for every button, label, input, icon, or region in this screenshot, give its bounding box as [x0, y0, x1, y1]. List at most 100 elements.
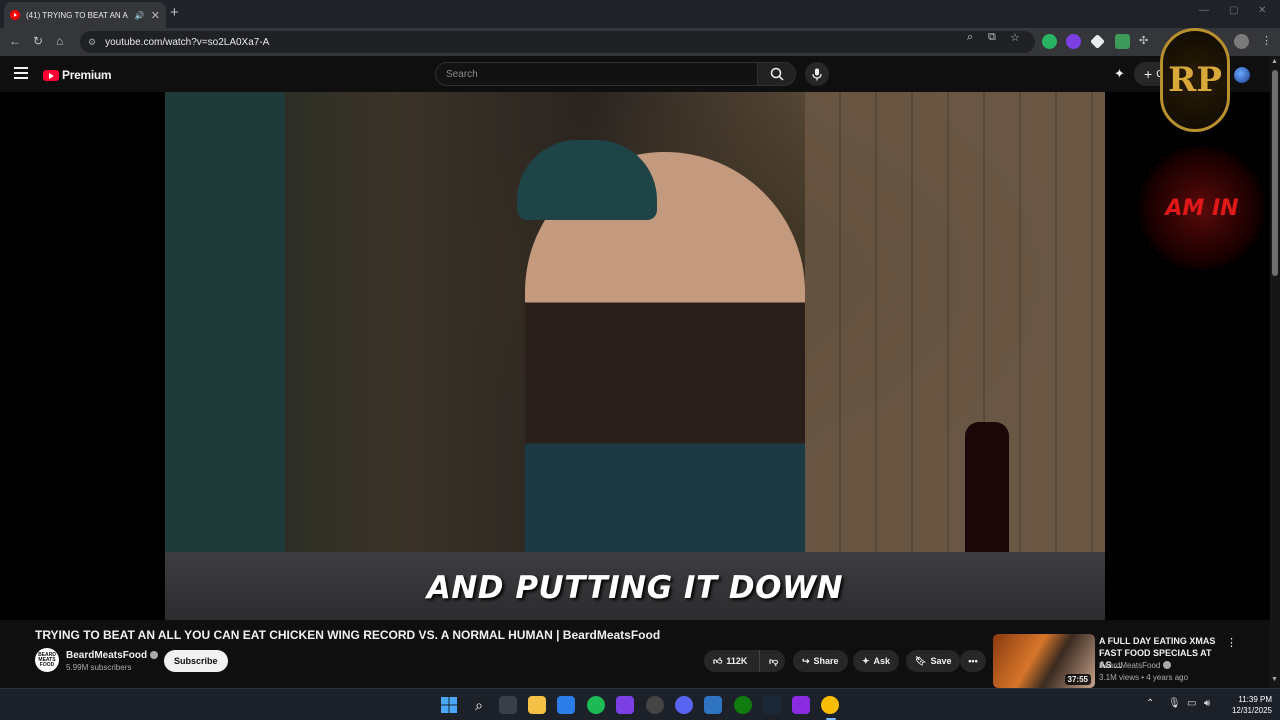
- like-count: 112K: [726, 656, 748, 666]
- channel-name-text[interactable]: BeardMeatsFood: [66, 650, 147, 661]
- sparkle-icon: ✦: [862, 655, 870, 666]
- dislike-button[interactable]: 👎︎: [759, 650, 785, 672]
- tab-audio-icon[interactable]: 🔊: [135, 11, 145, 20]
- search-icon: [770, 67, 784, 81]
- chrome-icon[interactable]: [821, 696, 839, 714]
- video-bearded-man: [525, 152, 805, 620]
- volume-icon[interactable]: 🔊︎: [1204, 698, 1210, 709]
- extension-badge-icon[interactable]: [1115, 34, 1130, 49]
- like-button[interactable]: 👍︎ 112K: [704, 650, 759, 672]
- windows-start-icon[interactable]: [440, 696, 458, 714]
- extensions-puzzle-icon[interactable]: ✣: [1139, 34, 1148, 47]
- browser-toolbar: ← ↻ ⌂ ⚙ youtube.com/watch?v=so2LA0Xa7-A …: [0, 28, 1280, 56]
- microphone-icon: [812, 68, 822, 80]
- address-bar[interactable]: ⚙ youtube.com/watch?v=so2LA0Xa7-A: [80, 31, 1035, 53]
- network-icon[interactable]: ▭: [1187, 698, 1196, 709]
- verified-check-icon: [1163, 661, 1172, 669]
- maximize-button[interactable]: ▢: [1229, 5, 1238, 16]
- home-icon[interactable]: ⌂: [56, 34, 63, 48]
- url-text: youtube.com/watch?v=so2LA0Xa7-A: [105, 36, 270, 48]
- subscriber-count: 5.99M subscribers: [66, 663, 132, 672]
- taskbar-search-icon[interactable]: ⌕: [470, 696, 488, 714]
- share-button[interactable]: ↪ Share: [793, 650, 848, 672]
- share-arrow-icon: ↪: [802, 655, 810, 666]
- recommended-video-thumbnail[interactable]: 37:55: [993, 634, 1095, 688]
- plus-icon: +: [1144, 66, 1153, 82]
- search-button[interactable]: [757, 62, 796, 86]
- video-duration: 37:55: [1064, 674, 1091, 685]
- extension-icon[interactable]: [1066, 34, 1081, 49]
- account-avatar[interactable]: [1234, 67, 1250, 83]
- recommended-channel-text[interactable]: BeardMeatsFood: [1099, 661, 1160, 670]
- reload-icon[interactable]: ↻: [33, 34, 43, 48]
- back-arrow-icon[interactable]: ←: [9, 34, 21, 48]
- ask-label: Ask: [873, 656, 891, 666]
- tab-title: (41) TRYING TO BEAT AN A: [26, 10, 128, 20]
- tray-overflow-icon[interactable]: ⌃: [1146, 698, 1154, 709]
- github-desktop-icon[interactable]: [646, 696, 664, 714]
- recommended-channel[interactable]: BeardMeatsFood: [1099, 661, 1172, 670]
- tab-close-icon[interactable]: ✕: [151, 9, 160, 22]
- site-info-icon[interactable]: ⚙: [88, 37, 96, 48]
- channel-avatar[interactable]: BEARD MEATS FOOD: [35, 648, 59, 672]
- subscribe-button[interactable]: Subscribe: [164, 650, 228, 672]
- app-icon[interactable]: [792, 696, 810, 714]
- page-scrollbar[interactable]: ▲ ▼: [1270, 56, 1280, 688]
- youtube-header: Premium Search ✦ + Cr: [0, 56, 1280, 92]
- thumbs-down-icon: 👎︎: [769, 655, 779, 666]
- video-player[interactable]: AND PUTTING IT DOWN: [0, 92, 1270, 620]
- voice-search-button[interactable]: [805, 62, 829, 86]
- thumbs-up-icon: 👍︎: [713, 655, 723, 666]
- extension-diamond-icon[interactable]: [1090, 34, 1105, 49]
- video-metadata: TRYING TO BEAT AN ALL YOU CAN EAT CHICKE…: [0, 620, 1270, 688]
- youtube-favicon-icon: [10, 10, 20, 20]
- video-left-person: [165, 92, 285, 620]
- microphone-tray-icon[interactable]: 🎙︎: [1168, 698, 1181, 709]
- overlay-red-globe: AM IN: [1138, 146, 1266, 270]
- save-button[interactable]: 🔖︎ Save: [906, 650, 961, 672]
- video-frame[interactable]: AND PUTTING IT DOWN: [165, 92, 1105, 620]
- mail-icon[interactable]: [704, 696, 722, 714]
- video-background-wall: [805, 92, 1105, 620]
- new-tab-button[interactable]: +: [170, 4, 179, 21]
- clock-date: 12/31/2025: [1231, 706, 1272, 715]
- close-window-button[interactable]: ✕: [1258, 5, 1266, 16]
- verified-check-icon: [150, 651, 159, 659]
- chrome-menu-icon[interactable]: ⋮: [1261, 34, 1272, 47]
- task-view-icon[interactable]: [499, 696, 517, 714]
- app-grid-icon[interactable]: [616, 696, 634, 714]
- youtube-play-icon: [43, 69, 59, 81]
- recommended-more-icon[interactable]: ⋮: [1226, 636, 1237, 649]
- more-actions-button[interactable]: •••: [960, 650, 986, 672]
- scroll-up-icon[interactable]: ▲: [1271, 58, 1278, 65]
- video-cola-bottle: [965, 422, 1009, 572]
- clock-time: 11:39 PM: [1238, 695, 1272, 704]
- grammarly-extension-icon[interactable]: [1042, 34, 1057, 49]
- video-cap: [517, 140, 657, 220]
- scroll-down-icon[interactable]: ▼: [1271, 676, 1278, 683]
- xbox-icon[interactable]: [734, 696, 752, 714]
- bookmark-star-icon[interactable]: ☆: [1010, 31, 1020, 44]
- discord-icon[interactable]: [675, 696, 693, 714]
- youtube-studio-icon[interactable]: ✦: [1114, 66, 1125, 82]
- search-input[interactable]: Search: [435, 62, 758, 86]
- premium-label: Premium: [62, 68, 112, 82]
- file-explorer-icon[interactable]: [528, 696, 546, 714]
- ask-button[interactable]: ✦ Ask: [853, 650, 900, 672]
- profile-avatar-icon[interactable]: [1234, 34, 1249, 49]
- zoom-icon[interactable]: ⌕: [967, 31, 973, 44]
- channel-name[interactable]: BeardMeatsFood: [66, 650, 159, 661]
- video-caption: AND PUTTING IT DOWN: [426, 570, 844, 606]
- browser-tab-bar: (41) TRYING TO BEAT AN A 🔊 ✕ + — ▢ ✕: [0, 0, 1280, 28]
- spotify-icon[interactable]: [587, 696, 605, 714]
- scrollbar-thumb[interactable]: [1272, 70, 1278, 276]
- steam-icon[interactable]: [763, 696, 781, 714]
- youtube-premium-logo[interactable]: Premium: [43, 68, 112, 82]
- minimize-button[interactable]: —: [1199, 5, 1209, 16]
- hamburger-menu-icon[interactable]: [14, 67, 28, 79]
- overlay-monogram-logo: RP: [1160, 28, 1230, 132]
- system-clock[interactable]: 11:39 PM 12/31/2025: [1222, 694, 1272, 716]
- browser-tab-youtube[interactable]: (41) TRYING TO BEAT AN A 🔊 ✕: [4, 2, 166, 28]
- microsoft-store-icon[interactable]: [557, 696, 575, 714]
- cast-icon[interactable]: ⧉: [988, 31, 996, 44]
